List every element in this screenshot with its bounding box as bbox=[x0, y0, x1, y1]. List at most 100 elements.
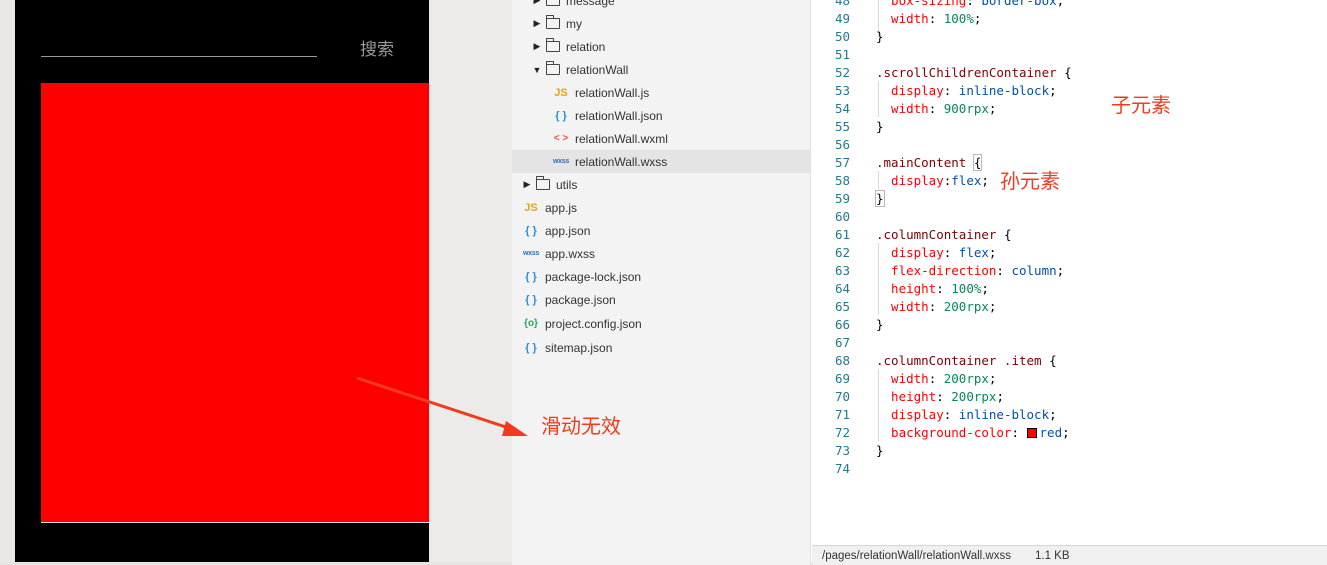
code-token: flex bbox=[951, 172, 982, 188]
line-number: 50 bbox=[834, 28, 850, 44]
code-line[interactable]: 72 background-color: red; bbox=[812, 423, 1327, 441]
tree-item-label: app.json bbox=[545, 223, 591, 238]
code-line[interactable]: 60 bbox=[812, 207, 1327, 225]
code-text: .mainContent { bbox=[876, 153, 983, 171]
code-text: width: 200rpx; bbox=[876, 299, 996, 314]
tree-item-label: package.json bbox=[545, 292, 616, 307]
code-text: display: inline-block; bbox=[876, 83, 1057, 98]
tree-file[interactable]: { } package-lock.json bbox=[512, 265, 811, 288]
tree-file[interactable]: {o} project.config.json bbox=[512, 312, 811, 335]
tree-file[interactable]: { } relationWall.json bbox=[512, 104, 811, 127]
line-number: 68 bbox=[834, 352, 850, 368]
line-number: 59 bbox=[834, 190, 850, 206]
tree-folder[interactable]: ▶ message bbox=[512, 0, 811, 12]
code-line[interactable]: 61 .columnContainer { bbox=[812, 225, 1327, 243]
tree-item-label: project.config.json bbox=[545, 316, 642, 331]
code-line[interactable]: 74 bbox=[812, 459, 1327, 477]
code-token: ; bbox=[988, 100, 997, 116]
code-text: width: 200rpx; bbox=[876, 371, 996, 386]
code-text: height: 100%; bbox=[876, 281, 989, 296]
code-line[interactable]: 58 display:flex; bbox=[812, 171, 1327, 189]
code-editor[interactable]: 48 box-sizing: border-box; 49 width: 100%… bbox=[812, 0, 1327, 545]
code-line[interactable]: 62 display: flex; bbox=[812, 243, 1327, 261]
code-line[interactable]: 69 width: 200rpx; bbox=[812, 369, 1327, 387]
annotation-grandchild-element: 孙元素 bbox=[1000, 169, 1060, 193]
code-line[interactable]: 64 height: 100%; bbox=[812, 279, 1327, 297]
annotation-scroll-invalid: 滑动无效 bbox=[541, 414, 621, 438]
code-token: ; bbox=[996, 388, 1004, 404]
code-line[interactable]: 66} bbox=[812, 315, 1327, 333]
code-token: { bbox=[996, 226, 1012, 242]
line-number: 58 bbox=[834, 172, 850, 188]
code-line[interactable]: 49 width: 100%; bbox=[812, 9, 1327, 27]
tree-file[interactable]: wxss relationWall.wxss bbox=[512, 150, 811, 173]
tree-item-label: sitemap.json bbox=[545, 340, 613, 355]
code-line[interactable]: 63 flex-direction: column; bbox=[812, 261, 1327, 279]
code-token: flex-direction bbox=[876, 262, 997, 278]
code-line[interactable]: 54 width: 900rpx; bbox=[812, 99, 1327, 117]
code-token: : bbox=[936, 280, 952, 296]
code-text: } bbox=[876, 443, 884, 458]
code-line[interactable]: 67 bbox=[812, 333, 1327, 351]
line-number: 65 bbox=[834, 298, 850, 314]
tree-folder[interactable]: ▶ my bbox=[512, 12, 811, 35]
code-token: : bbox=[936, 388, 952, 404]
code-token: height bbox=[876, 388, 937, 404]
tree-file[interactable]: { } package.json bbox=[512, 288, 811, 311]
code-token: inline-block bbox=[958, 82, 1050, 98]
code-token: ; bbox=[981, 172, 989, 188]
code-line[interactable]: 59} bbox=[812, 189, 1327, 207]
tree-file[interactable]: { } app.json bbox=[512, 219, 811, 242]
folder-icon bbox=[546, 15, 560, 29]
tree-folder[interactable]: ▼ relationWall bbox=[512, 58, 811, 81]
code-text: } bbox=[876, 29, 884, 44]
code-line[interactable]: 70 height: 200rpx; bbox=[812, 387, 1327, 405]
code-line[interactable]: 57 .mainContent { bbox=[812, 153, 1327, 171]
code-token: 900rpx bbox=[943, 100, 989, 116]
tree-file[interactable]: { } sitemap.json bbox=[512, 336, 811, 359]
color-swatch-icon[interactable] bbox=[1026, 427, 1037, 438]
tree-item-label: my bbox=[566, 16, 582, 31]
chevron-right-icon[interactable]: ▶ bbox=[522, 179, 532, 190]
code-token: display bbox=[876, 82, 944, 98]
code-line[interactable]: 71 display: inline-block; bbox=[812, 405, 1327, 423]
code-text: background-color: red; bbox=[876, 425, 1070, 440]
code-token: width bbox=[876, 298, 929, 314]
line-number: 64 bbox=[834, 280, 850, 296]
tree-file[interactable]: JS relationWall.js bbox=[512, 81, 811, 104]
code-line[interactable]: 55} bbox=[812, 117, 1327, 135]
tree-folder[interactable]: ▶ utils bbox=[512, 173, 811, 196]
tree-item-label: message bbox=[566, 0, 615, 8]
json-file-icon: { } bbox=[525, 293, 537, 306]
code-line[interactable]: 56 bbox=[812, 135, 1327, 153]
code-token: display bbox=[876, 406, 944, 422]
chevron-right-icon[interactable]: ▶ bbox=[532, 41, 542, 52]
code-line[interactable]: 50} bbox=[812, 27, 1327, 45]
tree-file[interactable]: wxss app.wxss bbox=[512, 242, 811, 265]
code-line[interactable]: 73} bbox=[812, 441, 1327, 459]
search-button[interactable]: 搜索 bbox=[360, 35, 394, 60]
chevron-right-icon[interactable]: ▶ bbox=[532, 0, 542, 6]
wxml-file-icon: < > bbox=[553, 133, 569, 144]
code-line[interactable]: 68 .columnContainer .item { bbox=[812, 351, 1327, 369]
code-line[interactable]: 53 display: inline-block; bbox=[812, 81, 1327, 99]
phone-simulator[interactable]: 搜索 bbox=[15, 0, 429, 562]
chevron-right-icon[interactable]: ▶ bbox=[532, 18, 542, 29]
tree-item-label: relationWall.js bbox=[575, 85, 650, 100]
simulator-side-gap bbox=[429, 0, 512, 565]
status-file-path: /pages/relationWall/relationWall.wxss bbox=[822, 549, 1011, 562]
code-text: display: flex; bbox=[876, 245, 996, 260]
code-line[interactable]: 48 box-sizing: border-box; bbox=[812, 0, 1327, 9]
line-number: 69 bbox=[834, 370, 850, 386]
search-input-underline[interactable] bbox=[41, 56, 317, 57]
tree-file[interactable]: < > relationWall.wxml bbox=[512, 127, 811, 150]
code-line[interactable]: 52 .scrollChildrenContainer { bbox=[812, 63, 1327, 81]
chevron-down-icon[interactable]: ▼ bbox=[532, 65, 542, 75]
code-line[interactable]: 51 bbox=[812, 45, 1327, 63]
json-file-icon: { } bbox=[525, 224, 537, 237]
code-token: ; bbox=[1049, 82, 1057, 98]
tree-folder[interactable]: ▶ relation bbox=[512, 35, 811, 58]
code-line[interactable]: 65 width: 200rpx; bbox=[812, 297, 1327, 315]
tree-file[interactable]: JS app.js bbox=[512, 196, 811, 219]
scroll-content-area[interactable] bbox=[41, 83, 429, 523]
